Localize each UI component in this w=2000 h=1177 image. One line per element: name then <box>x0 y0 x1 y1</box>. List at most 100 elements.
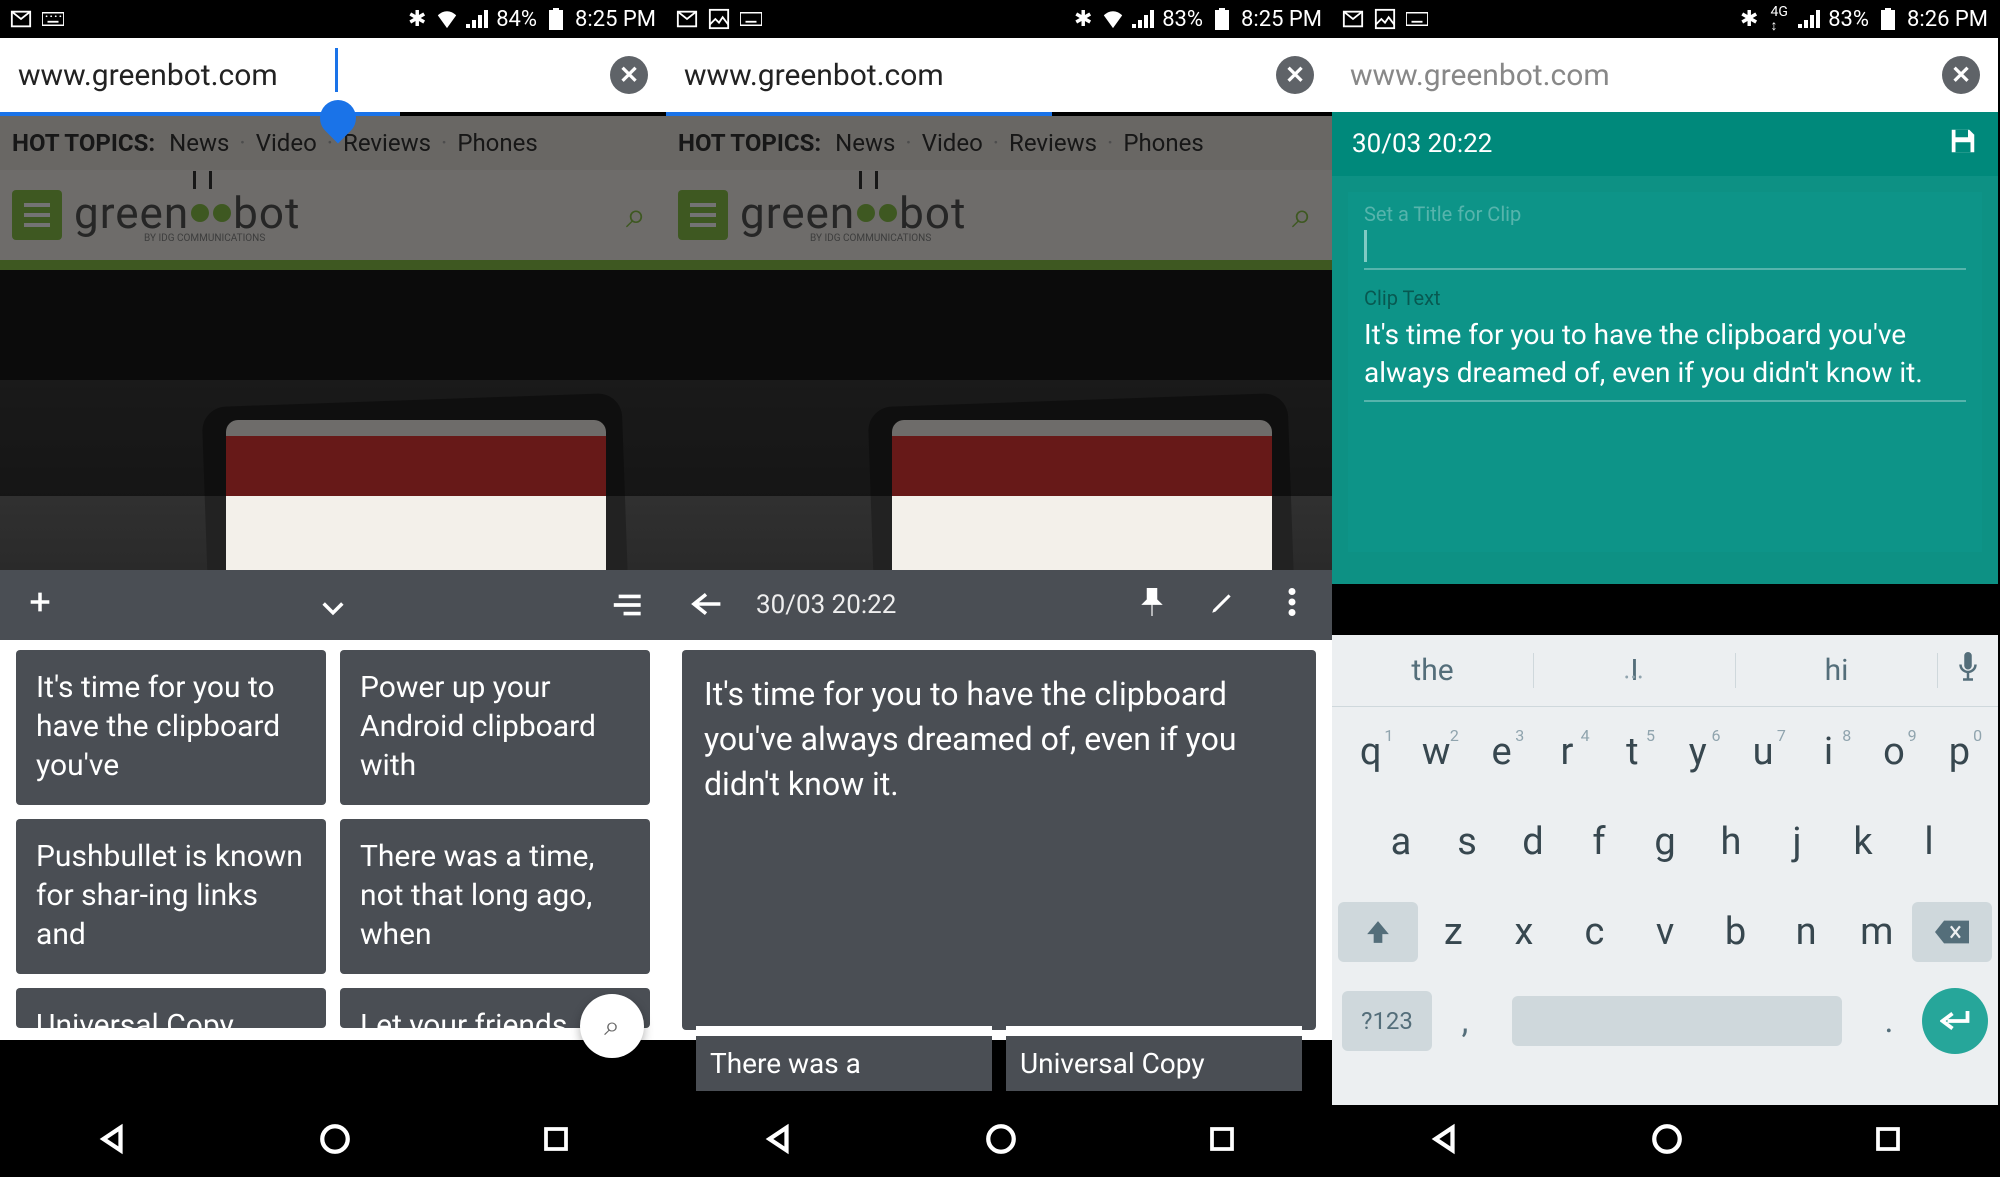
suggestion[interactable]: I••• <box>1534 653 1736 688</box>
key-w[interactable]: 2w <box>1403 730 1468 774</box>
clip-card[interactable]: Power up your Android clipboard with <box>340 650 650 805</box>
recent-button[interactable] <box>541 1124 571 1158</box>
bluetooth-icon: ✱ <box>1072 8 1094 30</box>
key-l[interactable]: l <box>1896 820 1962 864</box>
status-bar: ✱ 84% 8:25 PM <box>0 0 666 38</box>
key-n[interactable]: n <box>1771 910 1842 954</box>
key-m[interactable]: m <box>1841 910 1912 954</box>
screen-2: ✱ 83% 8:25 PM www.greenbot.com ✕ HOT TOP… <box>666 0 1332 1177</box>
clip-text-input[interactable]: It's time for you to have the clipboard … <box>1364 316 1966 402</box>
suggestion[interactable]: the <box>1332 653 1534 688</box>
site-search-icon[interactable]: ⌕ <box>626 194 646 237</box>
battery-percent: 84% <box>496 7 537 32</box>
shift-key[interactable] <box>1338 902 1418 962</box>
wifi-icon <box>436 8 458 30</box>
comma-key[interactable]: , <box>1440 1001 1490 1041</box>
back-button[interactable] <box>95 1122 129 1160</box>
home-button[interactable] <box>1650 1122 1684 1160</box>
search-fab[interactable]: ⌕ <box>580 994 644 1058</box>
next-clip[interactable]: Universal Copy <box>1006 1026 1302 1091</box>
key-i[interactable]: 8i <box>1796 730 1861 774</box>
key-j[interactable]: j <box>1764 820 1830 864</box>
key-r[interactable]: 4r <box>1534 730 1599 774</box>
key-row-2: asdfghjkl <box>1332 797 1998 887</box>
edit-button[interactable] <box>1202 586 1242 624</box>
clip-card[interactable]: Universal Copy <box>16 988 326 1028</box>
home-button[interactable] <box>318 1122 352 1160</box>
keyboard-icon <box>1406 8 1428 30</box>
enter-key[interactable] <box>1922 988 1988 1054</box>
title-input[interactable] <box>1364 230 1966 270</box>
clip-grid: It's time for you to have the clipboard … <box>0 640 666 1040</box>
mail-icon <box>676 8 698 30</box>
key-v[interactable]: v <box>1630 910 1701 954</box>
site-logo[interactable]: greenbot <box>740 187 966 239</box>
url-bar[interactable]: www.greenbot.com ✕ <box>666 38 1332 112</box>
clip-card[interactable]: There was a time, not that long ago, whe… <box>340 819 650 974</box>
clip-card[interactable]: It's time for you to have the clipboard … <box>16 650 326 805</box>
recent-button[interactable] <box>1207 1124 1237 1158</box>
key-z[interactable]: z <box>1418 910 1489 954</box>
clip-text-full[interactable]: It's time for you to have the clipboard … <box>682 650 1316 1030</box>
clip-card[interactable]: Pushbullet is known for shar-ing links a… <box>16 819 326 974</box>
key-u[interactable]: 7u <box>1730 730 1795 774</box>
key-x[interactable]: x <box>1489 910 1560 954</box>
key-g[interactable]: g <box>1632 820 1698 864</box>
backspace-key[interactable] <box>1912 902 1992 962</box>
topic-reviews[interactable]: Reviews <box>343 129 431 157</box>
clip-text-label: Clip Text <box>1364 286 1966 310</box>
key-f[interactable]: f <box>1566 820 1632 864</box>
key-q[interactable]: 1q <box>1338 730 1403 774</box>
url-bar[interactable]: www.greenbot.com ✕ <box>1332 38 1998 112</box>
key-y[interactable]: 6y <box>1665 730 1730 774</box>
mic-button[interactable] <box>1938 652 1998 690</box>
clip-edit-body: Set a Title for Clip Clip Text It's time… <box>1348 192 1982 552</box>
menu-button[interactable] <box>678 190 728 240</box>
signal-icon <box>1798 8 1820 30</box>
key-c[interactable]: c <box>1559 910 1630 954</box>
topic-phones[interactable]: Phones <box>457 129 537 157</box>
key-d[interactable]: d <box>1500 820 1566 864</box>
title-placeholder: Set a Title for Clip <box>1364 202 1966 226</box>
next-clip[interactable]: There was a <box>696 1026 992 1091</box>
suggestion[interactable]: hi <box>1736 653 1938 688</box>
menu-button[interactable] <box>12 190 62 240</box>
key-h[interactable]: h <box>1698 820 1764 864</box>
url-text[interactable]: www.greenbot.com <box>18 58 610 93</box>
clear-url-button[interactable]: ✕ <box>1276 56 1314 94</box>
clear-url-button[interactable]: ✕ <box>610 56 648 94</box>
key-a[interactable]: a <box>1368 820 1434 864</box>
url-text[interactable]: www.greenbot.com <box>684 58 1276 93</box>
site-logo[interactable]: greenbot <box>74 187 300 239</box>
space-key[interactable] <box>1512 996 1842 1046</box>
back-button[interactable] <box>1427 1122 1461 1160</box>
clip-detail: It's time for you to have the clipboard … <box>666 640 1332 1040</box>
topic-news[interactable]: News <box>169 129 229 157</box>
key-k[interactable]: k <box>1830 820 1896 864</box>
add-clip-button[interactable] <box>20 586 60 624</box>
period-key[interactable]: . <box>1864 1001 1914 1041</box>
key-p[interactable]: 0p <box>1927 730 1992 774</box>
list-button[interactable] <box>606 586 646 624</box>
key-t[interactable]: 5t <box>1600 730 1665 774</box>
collapse-button[interactable] <box>313 586 353 624</box>
back-arrow-button[interactable] <box>686 586 726 624</box>
recent-button[interactable] <box>1873 1124 1903 1158</box>
key-o[interactable]: 9o <box>1861 730 1926 774</box>
clear-url-button[interactable]: ✕ <box>1942 56 1980 94</box>
pin-button[interactable] <box>1132 586 1172 624</box>
more-button[interactable] <box>1272 586 1312 624</box>
save-button[interactable] <box>1948 126 1978 163</box>
url-bar[interactable]: www.greenbot.com ✕ <box>0 38 666 112</box>
key-s[interactable]: s <box>1434 820 1500 864</box>
mail-icon <box>10 8 32 30</box>
status-bar: ✱ 83% 8:25 PM <box>666 0 1332 38</box>
back-button[interactable] <box>761 1122 795 1160</box>
key-b[interactable]: b <box>1700 910 1771 954</box>
clip-edit-date: 30/03 20:22 <box>1352 129 1492 159</box>
topic-video[interactable]: Video <box>256 129 317 157</box>
site-search-icon[interactable]: ⌕ <box>1292 194 1312 237</box>
home-button[interactable] <box>984 1122 1018 1160</box>
key-e[interactable]: 3e <box>1469 730 1534 774</box>
symbols-key[interactable]: ?123 <box>1342 991 1432 1051</box>
